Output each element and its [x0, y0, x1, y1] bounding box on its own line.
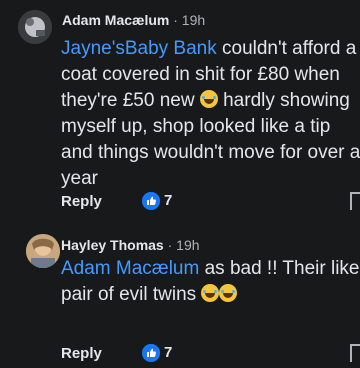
like-count[interactable]: 7 — [164, 344, 172, 361]
mention-link[interactable]: Jayne'sBaby Bank — [61, 38, 217, 59]
laughing-emoji-icon — [219, 284, 238, 302]
timestamp[interactable]: · 19h — [173, 12, 205, 28]
comment-header: Adam Macælum · 19h — [62, 12, 205, 28]
thumbs-up-icon[interactable] — [142, 344, 160, 362]
reply-button[interactable]: Reply — [61, 345, 102, 362]
avatar[interactable] — [26, 234, 60, 268]
author-name[interactable]: Hayley Thomas — [61, 237, 164, 253]
comment-text: Jayne'sBaby Bank couldn't afford a coat … — [61, 38, 360, 189]
thumbs-up-icon[interactable] — [142, 192, 160, 210]
laughing-emoji-icon — [199, 90, 218, 108]
reply-button[interactable]: Reply — [61, 193, 102, 210]
author-name[interactable]: Adam Macælum — [62, 12, 169, 28]
comment-actions: Reply 7 — [0, 343, 360, 367]
comment-text: Adam Macælum as bad !! Their like a pair… — [61, 258, 360, 305]
reaction-edge-icon[interactable] — [350, 344, 360, 362]
like-count[interactable]: 7 — [164, 192, 172, 209]
comment-header: Hayley Thomas · 19h — [61, 237, 200, 253]
mention-link[interactable]: Adam Macælum — [61, 258, 199, 279]
timestamp[interactable]: · 19h — [168, 237, 200, 253]
reaction-edge-icon[interactable] — [350, 192, 360, 210]
avatar[interactable] — [18, 10, 52, 44]
comment-actions: Reply 7 — [0, 191, 360, 215]
laughing-emoji-icon — [201, 284, 220, 302]
